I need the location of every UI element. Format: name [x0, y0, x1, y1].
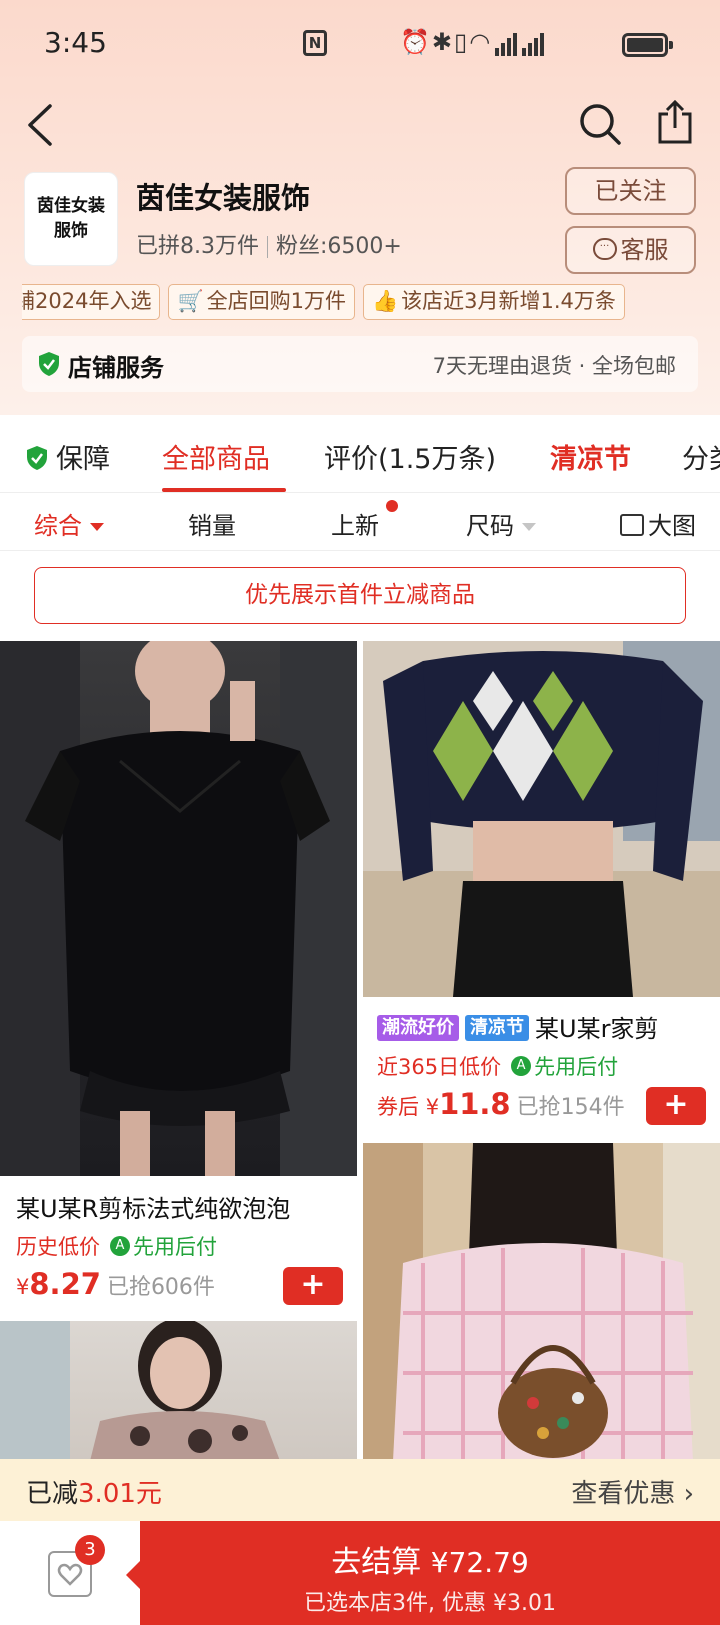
- share-icon[interactable]: [656, 100, 694, 146]
- sort-size[interactable]: 尺码: [466, 506, 536, 541]
- product-image[interactable]: [363, 1143, 720, 1461]
- promo-filter-banner[interactable]: 优先展示首件立减商品: [34, 567, 686, 624]
- new-dot-indicator: [386, 500, 398, 512]
- caret-down-icon: [522, 523, 536, 531]
- shop-name: 茵佳女装服饰: [136, 181, 311, 215]
- customer-service-button[interactable]: ··· 客服: [565, 226, 696, 274]
- product-price: 券后 ¥11.8 已抢154件: [377, 1087, 625, 1121]
- product-title: 某U某R剪标法式纯欲泡泡: [16, 1195, 291, 1223]
- product-image[interactable]: [363, 641, 720, 997]
- alarm-icon: ⏰: [400, 28, 432, 56]
- checkout-label: 去结算 ¥72.79: [331, 1545, 529, 1580]
- shop-tag[interactable]: 🛒 全店回购1万件: [168, 284, 355, 320]
- checkout-summary: 已选本店3件, 优惠 ¥3.01: [304, 1591, 556, 1616]
- shop-tag[interactable]: 👍 该店近3月新增1.4万条: [362, 284, 625, 320]
- pay-later-badge: A 先用后付: [511, 1055, 618, 1079]
- view-discount-link[interactable]: 查看优惠 ›: [571, 1473, 694, 1510]
- cart-icon: 🛒: [177, 289, 204, 313]
- shop-tag[interactable]: 店铺2024年入选: [22, 284, 161, 320]
- product-photo: [363, 641, 720, 997]
- battery-icon: [622, 33, 673, 57]
- product-title: 潮流好价 清凉节 某U某r家剪: [377, 1009, 712, 1044]
- shop-tags: 店铺2024年入选🛒全店回购1万件👍该店近3月新增1.4万条: [22, 284, 720, 322]
- add-to-cart-button[interactable]: +: [283, 1267, 343, 1305]
- shop-fans-count: 粉丝:6500+: [276, 234, 402, 259]
- tab-cool-festival[interactable]: 清凉节: [550, 437, 631, 476]
- product-card[interactable]: [363, 1143, 720, 1461]
- search-icon[interactable]: [578, 102, 622, 146]
- product-image[interactable]: [0, 1321, 357, 1461]
- tab-underline: [162, 488, 286, 492]
- price-tag: 历史低价 A 先用后付: [16, 1235, 217, 1259]
- tab-bar: 保障 全部商品 评价(1.5万条) 清凉节 分类: [0, 415, 720, 493]
- tab-all-products[interactable]: 全部商品: [162, 437, 270, 476]
- bluetooth-icon: ✱: [431, 28, 454, 56]
- store-service-desc: 7天无理由退货 · 全场包邮: [432, 354, 676, 378]
- shield-check-icon: [27, 445, 47, 470]
- back-arrow-icon[interactable]: [24, 102, 64, 148]
- cool-festival-badge: 清凉节: [465, 1015, 529, 1041]
- tab-category[interactable]: 分类: [682, 437, 720, 476]
- image-icon: [620, 514, 644, 536]
- sort-sales[interactable]: 销量: [188, 506, 236, 541]
- product-image[interactable]: [0, 641, 357, 1176]
- shop-header: 3:45 N ⏰✱▯◠ 茵佳女装服饰 茵佳女装服饰 已拼8.3万件 粉丝:6500…: [0, 0, 720, 415]
- product-photo: [0, 1321, 280, 1461]
- store-service-title: 店铺服务: [68, 354, 164, 382]
- pay-later-badge: A 先用后付: [110, 1235, 217, 1259]
- add-to-cart-button[interactable]: +: [646, 1087, 706, 1125]
- pay-later-icon: A: [110, 1236, 130, 1256]
- discount-amount: 已减3.01元: [26, 1479, 162, 1509]
- follow-button[interactable]: 已关注: [565, 167, 696, 215]
- status-bar: 3:45 N ⏰✱▯◠: [0, 0, 720, 90]
- caret-down-icon: [90, 523, 104, 531]
- shop-logo[interactable]: 茵佳女装服饰: [24, 172, 118, 266]
- pay-later-icon: A: [511, 1056, 532, 1076]
- shop-stats: 已拼8.3万件 粉丝:6500+: [136, 228, 402, 260]
- signal-icon-2: [522, 28, 546, 56]
- tab-guarantee[interactable]: 保障: [26, 437, 110, 476]
- cart-count-badge: 3: [75, 1535, 105, 1565]
- chevron-right-icon: ›: [683, 1479, 694, 1509]
- status-time: 3:45: [44, 26, 107, 59]
- wifi-icon: ◠: [469, 28, 493, 56]
- shield-check-icon: [39, 352, 59, 376]
- status-icons: ⏰✱▯◠: [400, 28, 546, 56]
- sort-comprehensive[interactable]: 综合: [34, 506, 104, 541]
- product-photo: [363, 1143, 720, 1461]
- sort-big-image[interactable]: 大图: [620, 506, 696, 541]
- thumbs-up-icon: 👍: [371, 289, 399, 313]
- nfc-icon: N: [303, 30, 327, 56]
- sort-bar: 综合 销量 上新 尺码 大图: [0, 493, 720, 1031]
- vibrate-icon: ▯: [454, 28, 470, 56]
- checkout-button[interactable]: 去结算 ¥72.79 已选本店3件, 优惠 ¥3.01: [126, 1521, 720, 1625]
- product-card[interactable]: [0, 1321, 357, 1461]
- discount-bar: 已减3.01元 查看优惠 ›: [0, 1459, 720, 1521]
- chat-icon: ···: [592, 238, 617, 260]
- signal-icon: [495, 28, 519, 56]
- product-photo: [0, 641, 357, 1176]
- customer-service-label: 客服: [620, 236, 669, 264]
- store-service-bar[interactable]: 店铺服务 7天无理由退货 · 全场包邮: [22, 336, 698, 392]
- product-card[interactable]: 潮流好价 清凉节 某U某r家剪 近365日低价 A 先用后付 券后 ¥11.8 已抢154…: [363, 641, 720, 1141]
- sort-new[interactable]: 上新: [331, 506, 379, 541]
- product-price: ¥8.27 已抢606件: [16, 1267, 215, 1301]
- tab-reviews[interactable]: 评价(1.5万条): [324, 437, 496, 476]
- trend-price-badge: 潮流好价: [377, 1015, 459, 1041]
- product-card[interactable]: 某U某R剪标法式纯欲泡泡 历史低价 A 先用后付 ¥8.27 已抢606件 +: [0, 641, 357, 1319]
- price-tag: 近365日低价 A 先用后付: [377, 1055, 619, 1079]
- shop-sold-count: 已拼8.3万件: [136, 234, 259, 259]
- bottom-bar: 3 去结算 ¥72.79 已选本店3件, 优惠 ¥3.01: [0, 1521, 720, 1625]
